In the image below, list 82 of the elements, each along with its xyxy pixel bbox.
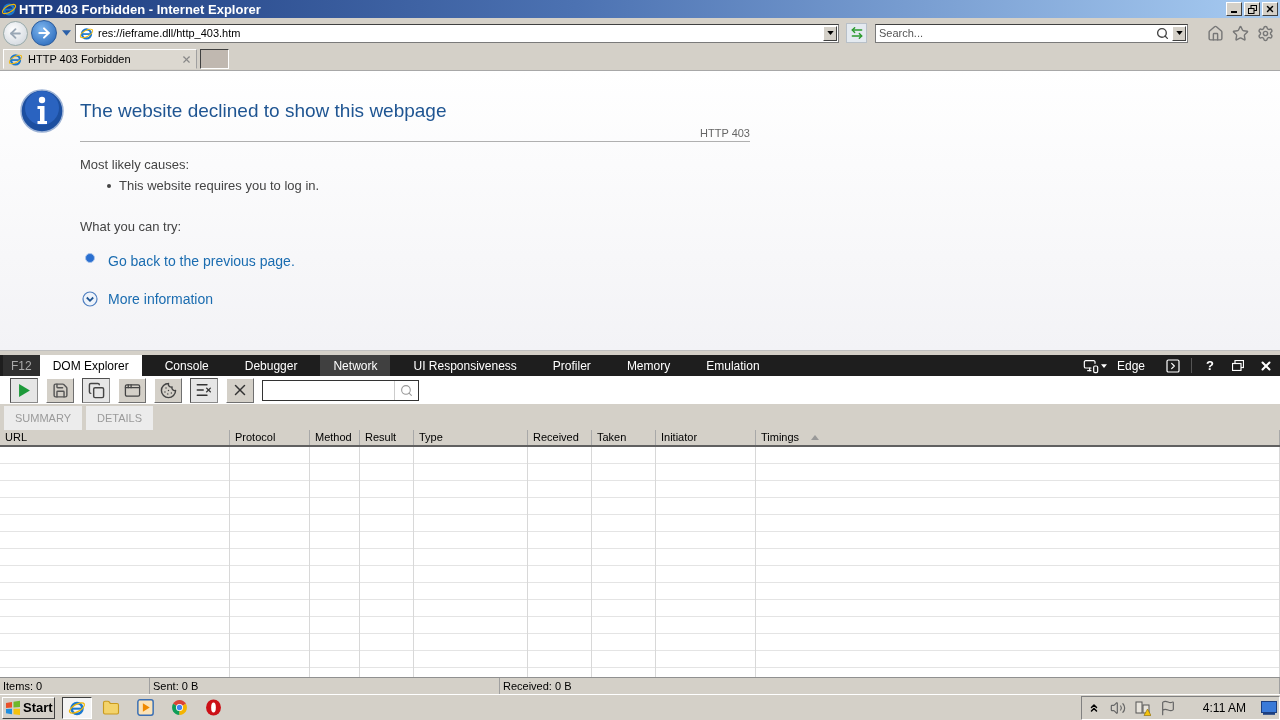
undock-button[interactable] <box>1230 357 1246 374</box>
flag-icon[interactable] <box>1159 699 1176 716</box>
speaker-icon[interactable] <box>1109 699 1126 716</box>
list-x-icon <box>195 381 213 399</box>
media-player-icon <box>136 699 154 716</box>
devtools-tab[interactable]: Network <box>320 355 391 376</box>
minimize-icon <box>1231 11 1237 13</box>
error-code: HTTP 403 <box>80 127 750 142</box>
play-icon <box>18 383 30 397</box>
search-field[interactable]: Search... <box>875 23 1188 43</box>
close-button[interactable] <box>1262 2 1278 16</box>
window-title: HTTP 403 Forbidden - Internet Explorer <box>19 2 261 16</box>
info-icon <box>20 88 64 134</box>
back-link[interactable]: Go back to the previous page. <box>108 252 295 270</box>
caret-icon <box>826 31 834 35</box>
column-header[interactable]: Initiator <box>656 430 756 445</box>
page-icon <box>79 25 94 41</box>
settings-icon[interactable] <box>1257 24 1274 42</box>
page-icon <box>8 51 23 67</box>
folder-icon <box>102 698 120 717</box>
toolbar-button[interactable] <box>10 377 38 403</box>
restore-icon <box>1247 4 1257 14</box>
forward-button[interactable] <box>31 20 57 46</box>
emulation-mode-button[interactable]: Edge <box>1082 356 1155 375</box>
sort-arrow-icon <box>811 435 820 440</box>
browser-logo-icon <box>1 1 17 17</box>
clock[interactable]: 4:11 AM <box>1202 698 1246 717</box>
close-icon <box>1259 358 1273 373</box>
console-icon[interactable] <box>1165 357 1181 374</box>
help-button[interactable]: ? <box>1202 355 1218 376</box>
cookie-icon <box>159 381 177 399</box>
windows-logo-icon <box>5 699 21 716</box>
cause-text: This website requires you to log in. <box>119 177 320 194</box>
more-information-link[interactable]: More information <box>108 290 214 308</box>
arrow-right-icon <box>36 25 52 41</box>
refresh-button[interactable] <box>846 23 867 43</box>
history-dropdown-button[interactable] <box>60 27 72 39</box>
causes-title: Most likely causes: <box>80 156 191 173</box>
column-header[interactable]: URL <box>0 430 230 445</box>
filter-field[interactable] <box>262 379 419 401</box>
toolbar-button[interactable] <box>82 377 110 403</box>
bullet-icon <box>85 253 95 263</box>
devtools-tab[interactable]: DOM Explorer <box>39 355 142 376</box>
column-header[interactable]: Method <box>310 430 360 445</box>
taskbar-app-button[interactable] <box>62 696 92 719</box>
try-title: What you can try: <box>80 218 183 235</box>
column-header[interactable]: Taken <box>592 430 656 445</box>
column-header[interactable]: Result <box>360 430 414 445</box>
caret-icon <box>1175 31 1183 35</box>
search-icon[interactable] <box>1156 26 1169 40</box>
column-header[interactable]: Type <box>414 430 528 445</box>
window-icon <box>123 381 141 399</box>
column-header[interactable]: Received <box>528 430 592 445</box>
column-header[interactable]: Protocol <box>230 430 310 445</box>
devices-warning-icon[interactable] <box>1134 699 1151 716</box>
column-header[interactable]: Timings <box>756 430 1280 445</box>
arrows-icon <box>849 26 864 40</box>
ring-logo-icon <box>204 699 222 716</box>
star-icon[interactable] <box>1232 24 1249 42</box>
save-icon <box>51 381 69 399</box>
toolbar-button[interactable] <box>190 377 218 403</box>
new-tab-button[interactable] <box>200 49 229 69</box>
chrome-logo-icon <box>170 699 188 716</box>
address-field[interactable]: res://ieframe.dll/http_403.htm <box>75 23 839 43</box>
devices-icon <box>1082 357 1099 374</box>
page-heading: The website declined to show this webpage <box>80 99 448 123</box>
restore-icon <box>1232 360 1244 371</box>
address-dropdown-button[interactable] <box>823 25 837 41</box>
close-icon <box>1265 4 1275 14</box>
bullet-icon <box>107 183 111 188</box>
copy-icon <box>87 381 105 399</box>
caret-icon <box>1100 363 1107 368</box>
start-button[interactable]: Start <box>2 696 55 719</box>
chevron-circle-icon[interactable] <box>82 291 98 307</box>
monitor-icon[interactable] <box>1261 700 1277 715</box>
browser-tab[interactable]: HTTP 403 Forbidden <box>3 49 197 69</box>
caret-icon <box>61 30 71 36</box>
restore-button[interactable] <box>1244 2 1260 16</box>
f12-label: F12 <box>3 355 40 376</box>
home-icon[interactable] <box>1207 24 1224 42</box>
minimize-button[interactable] <box>1226 2 1242 16</box>
search-dropdown-button[interactable] <box>1172 25 1186 41</box>
